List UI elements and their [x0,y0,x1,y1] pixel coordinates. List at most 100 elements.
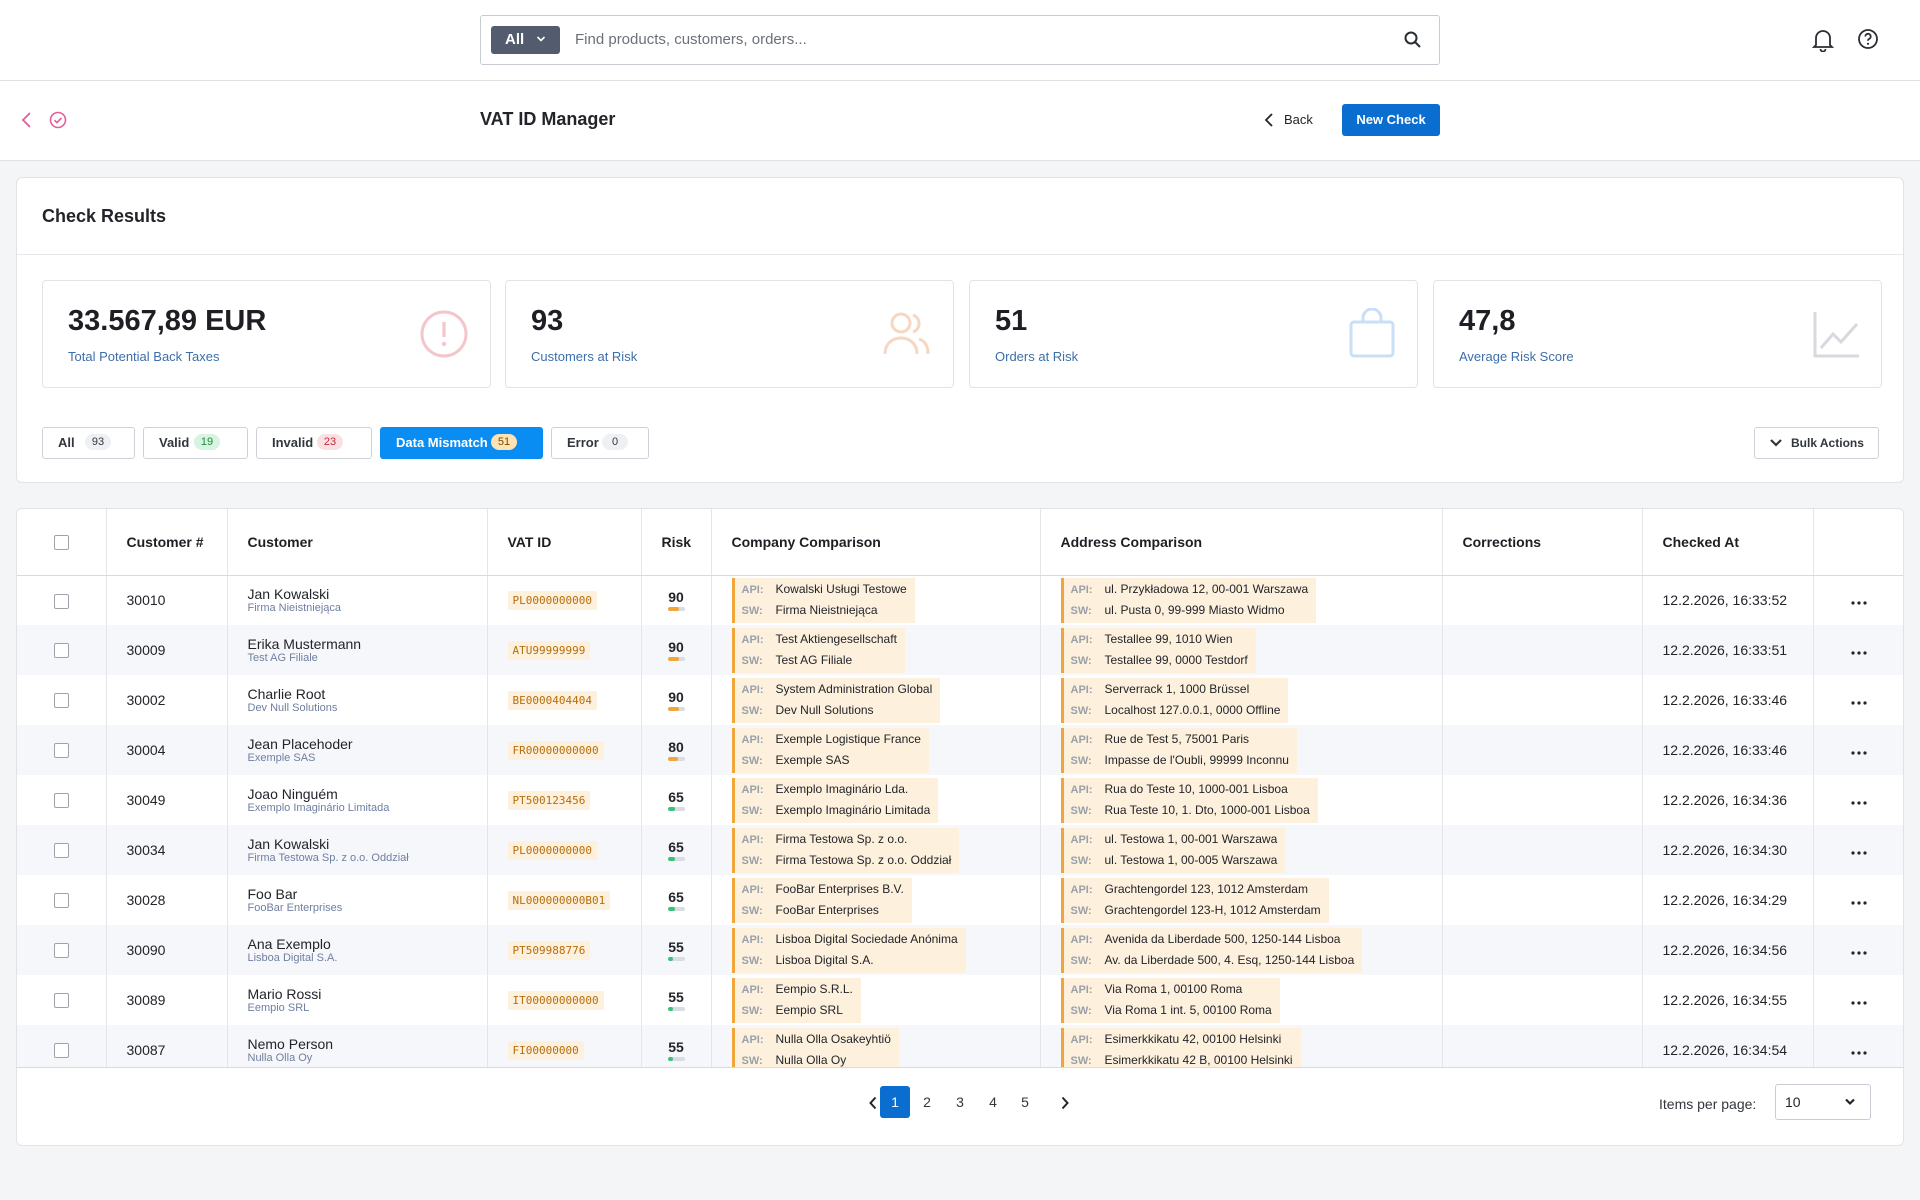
row-checkbox[interactable] [53,793,69,809]
page-button-2[interactable]: 2 [912,1086,942,1118]
customer-name[interactable]: Ana Exemplo [248,936,487,952]
api-address: Avenida da Liberdade 500, 1250-144 Lisbo… [1104,931,1341,946]
column-header-customer-number[interactable]: Customer # [106,509,228,576]
more-icon[interactable] [1851,851,1867,855]
bulk-actions-button[interactable]: Bulk Actions [1754,427,1879,459]
more-icon[interactable] [1851,1001,1867,1005]
sw-label: SW: [1070,655,1092,667]
vat-id-badge: PT500123456 [507,790,591,810]
api-label: API: [741,783,764,796]
global-search: All Find products, customers, orders... [480,15,1440,65]
table-row[interactable]: 30089 Mario Rossi Eempio SRL IT00000000000 5… [17,975,1903,1025]
search-scope-dropdown[interactable]: All [491,26,560,54]
corrections-cell [1442,625,1643,675]
table-row[interactable]: 30090 Ana Exemplo Lisboa Digital S.A. PT509… [17,925,1903,975]
row-checkbox[interactable] [53,1043,69,1059]
kpi-value: 47,8 [1459,305,1516,337]
sw-company-line: SW: Firma Testowa Sp. z o.o. Oddział [742,850,952,872]
column-header-address-comparison[interactable]: Address Comparison [1040,509,1443,576]
row-select-cell [17,725,107,775]
row-checkbox[interactable] [53,693,69,709]
table-row[interactable]: 30010 Jan Kowalski Firma Nieistniejąca PL00… [17,575,1903,625]
search-icon[interactable] [1403,30,1423,50]
table-row[interactable]: 30002 Charlie Root Dev Null Solutions BE000… [17,675,1903,725]
risk-bar-fill [667,956,674,961]
column-header-checked-at[interactable]: Checked At [1642,509,1814,576]
filter-tab-error[interactable]: Error 0 [551,427,649,459]
customer-name[interactable]: Jan Kowalski [248,836,487,852]
row-checkbox[interactable] [53,843,69,859]
more-icon[interactable] [1851,1051,1867,1055]
search-input[interactable]: Find products, customers, orders... [575,16,807,64]
select-all-checkbox[interactable] [53,535,69,551]
table-row[interactable]: 30034 Jan Kowalski Firma Testowa Sp. z o.o… [17,825,1903,875]
customer-name[interactable]: Mario Rossi [248,986,487,1002]
customer-name[interactable]: Foo Bar [248,886,487,902]
table-row[interactable]: 30009 Erika Mustermann Test AG Filiale ATU9… [17,625,1903,675]
filter-tab-invalid[interactable]: Invalid 23 [256,427,372,459]
checked-at-cell: 12.2.2026, 16:34:36 [1642,775,1814,825]
sw-company-line: SW: Lisboa Digital S.A. [742,950,958,972]
api-company-line: API: Exemplo Imaginário Lda. [742,779,931,801]
api-address-line: API: Serverrack 1, 1000 Brüssel [1071,679,1281,701]
kpi-total-back-taxes: 33.567,89 EUR Total Potential Back Taxes [42,280,491,388]
items-per-page-value: 10 [1785,1094,1801,1110]
sw-company: Eempio SRL [775,1003,843,1017]
row-checkbox[interactable] [53,743,69,759]
checked-at-cell: 12.2.2026, 16:33:52 [1642,575,1814,625]
table-row[interactable]: 30004 Jean Placehoder Exemple SAS FR0000000… [17,725,1903,775]
vat-id-badge: PL0000000000 [507,590,597,610]
page-button-4[interactable]: 4 [978,1086,1008,1118]
next-page-button[interactable] [1050,1086,1080,1118]
page-button-3[interactable]: 3 [945,1086,975,1118]
company-comparison-cell: API: FooBar Enterprises B.V. SW: FooBar Ent… [711,875,1041,925]
row-checkbox[interactable] [53,943,69,959]
row-checkbox[interactable] [53,643,69,659]
help-icon[interactable] [1857,28,1879,50]
api-label: API: [1070,933,1093,946]
back-button[interactable]: Back [1262,103,1313,137]
column-header-vat-id[interactable]: VAT ID [487,509,642,576]
customer-number-cell: 30009 [106,625,228,675]
nav-back-icon[interactable] [20,111,34,129]
column-header-customer[interactable]: Customer [227,509,488,576]
check-circle-icon[interactable] [49,111,67,129]
risk-cell: 90 [641,625,712,675]
table-row[interactable]: 30028 Foo Bar FooBar Enterprises NL00000000… [17,875,1903,925]
customer-company: Exemple SAS [247,751,316,764]
vat-id-badge: FR00000000000 [507,740,604,760]
more-icon[interactable] [1851,651,1867,655]
filter-tab-valid[interactable]: Valid 19 [143,427,248,459]
row-checkbox[interactable] [53,893,69,909]
more-icon[interactable] [1851,751,1867,755]
column-header-risk[interactable]: Risk [641,509,712,576]
vat-id-cell: PT509988776 [487,925,642,975]
more-icon[interactable] [1851,801,1867,805]
more-icon[interactable] [1851,601,1867,605]
customer-name[interactable]: Jean Placehoder [248,736,487,752]
page-button-5[interactable]: 5 [1010,1086,1040,1118]
column-header-company-comparison[interactable]: Company Comparison [711,509,1041,576]
table-row[interactable]: 30049 Joao Ninguém Exemplo Imaginário Limi… [17,775,1903,825]
new-check-button[interactable]: New Check [1342,104,1440,136]
filter-tab-all[interactable]: All 93 [42,427,135,459]
customer-name[interactable]: Jan Kowalski [248,586,487,602]
customer-name[interactable]: Nemo Person [248,1036,487,1052]
more-icon[interactable] [1851,901,1867,905]
items-per-page-select[interactable]: 10 [1775,1084,1871,1120]
customer-name[interactable]: Erika Mustermann [248,636,487,652]
page-button-1[interactable]: 1 [880,1086,910,1118]
more-icon[interactable] [1851,951,1867,955]
customer-name[interactable]: Charlie Root [248,686,487,702]
bell-icon[interactable] [1812,28,1834,52]
filter-tab-data-mismatch[interactable]: Data Mismatch 51 [380,427,543,459]
row-checkbox[interactable] [53,993,69,1009]
more-icon[interactable] [1851,701,1867,705]
company-comparison-cell: API: Firma Testowa Sp. z o.o. SW: Firma Tes… [711,825,1041,875]
row-checkbox[interactable] [53,593,69,609]
customer-name[interactable]: Joao Ninguém [248,786,487,802]
column-header-corrections[interactable]: Corrections [1442,509,1643,576]
api-address: ul. Testowa 1, 00-001 Warszawa [1104,831,1278,846]
sw-address: ul. Pusta 0, 99-999 Miasto Widmo [1104,603,1285,618]
api-label: API: [1070,633,1093,646]
